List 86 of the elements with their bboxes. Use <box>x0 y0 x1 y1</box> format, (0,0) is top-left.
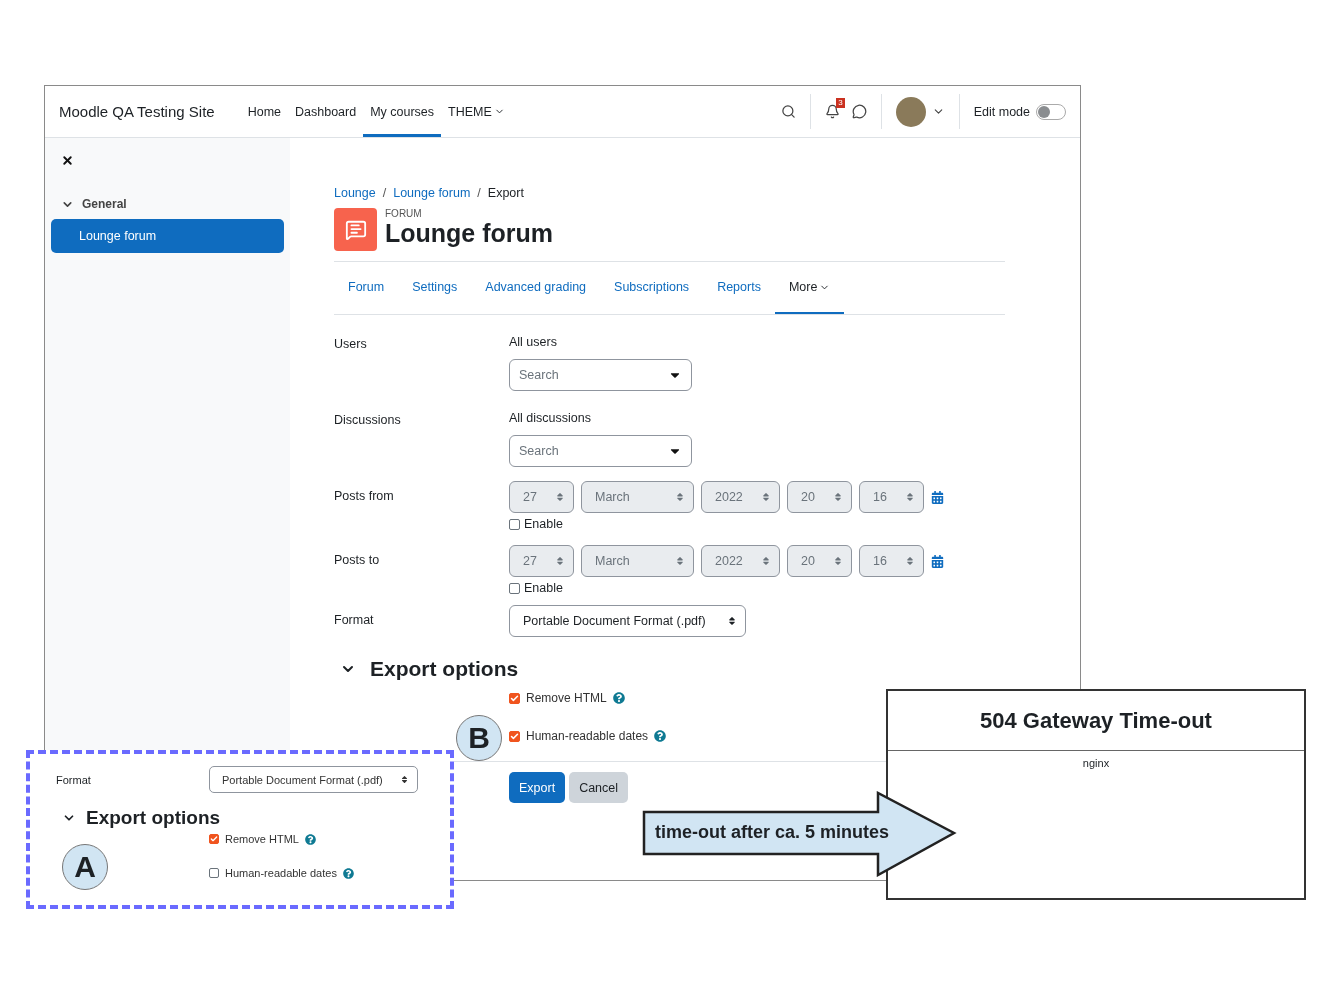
help-icon[interactable] <box>612 692 625 704</box>
tab[interactable]: Advanced grading <box>471 262 601 314</box>
sort-icon <box>727 616 737 626</box>
nav-link[interactable]: My courses <box>363 86 442 137</box>
edit-mode-label: Edit mode <box>973 104 1030 119</box>
arrow-label: time-out after ca. 5 minutes <box>655 822 890 843</box>
date-select[interactable]: 2022 <box>701 481 780 513</box>
date-select[interactable]: 2022 <box>701 545 780 577</box>
field-label: Format <box>56 773 92 786</box>
format-select[interactable]: Portable Document Format (.pdf) <box>509 605 746 637</box>
close-icon[interactable] <box>61 154 74 167</box>
avatar[interactable] <box>895 96 926 127</box>
sort-icon <box>833 556 843 566</box>
checkbox[interactable] <box>509 730 520 742</box>
chat-icon[interactable] <box>851 104 867 119</box>
forum-icon <box>334 208 377 251</box>
sort-icon <box>555 492 565 502</box>
tab[interactable]: Reports <box>703 262 775 314</box>
checkbox-label: Enable <box>524 517 563 531</box>
sort-icon <box>761 492 771 502</box>
sidebar-item[interactable]: Lounge forum <box>51 219 284 253</box>
page-title: Lounge forum <box>385 219 554 248</box>
sort-icon <box>675 556 685 566</box>
section-title[interactable]: General <box>82 197 127 211</box>
site-name[interactable]: Moodle QA Testing Site <box>59 103 215 120</box>
checkbox[interactable] <box>509 582 520 594</box>
help-icon <box>304 833 316 845</box>
date-select[interactable]: 20 <box>787 481 852 513</box>
nav-link[interactable]: Home <box>240 86 288 137</box>
tab[interactable]: More <box>774 262 845 314</box>
field-label: Posts from <box>334 488 395 505</box>
search-select[interactable]: Search <box>509 359 692 391</box>
tab[interactable]: Forum <box>334 262 399 314</box>
checkbox-label: Enable <box>524 581 563 595</box>
breadcrumb-link[interactable]: Lounge forum <box>393 186 471 200</box>
field-label: Format <box>334 612 375 629</box>
field-label: Discussions <box>334 412 402 429</box>
date-select[interactable]: 16 <box>859 481 924 513</box>
checkbox-label: Remove HTML <box>225 833 299 845</box>
notification-count: 3 <box>836 98 845 108</box>
marker-circle: A <box>62 844 108 890</box>
calendar-icon[interactable] <box>931 490 944 504</box>
checkbox-label: Human-readable dates <box>225 867 337 879</box>
help-icon[interactable] <box>654 730 667 742</box>
checkbox[interactable] <box>509 518 520 530</box>
checkbox[interactable] <box>509 692 520 704</box>
date-select[interactable]: March <box>581 481 694 513</box>
date-select[interactable]: March <box>581 545 694 577</box>
checkbox-label: Remove HTML <box>526 691 607 705</box>
date-select[interactable]: 16 <box>859 545 924 577</box>
edit-mode-toggle[interactable] <box>1036 103 1066 120</box>
sort-icon <box>761 556 771 566</box>
sort-icon <box>905 556 915 566</box>
sort-icon <box>400 775 409 784</box>
field-label: Posts to <box>334 552 381 569</box>
server-name: nginx <box>1081 757 1111 769</box>
section-title: Export options <box>86 807 221 829</box>
breadcrumb-link[interactable]: Lounge <box>334 186 376 200</box>
breadcrumb-separator: / <box>477 186 481 200</box>
nav-link[interactable]: THEME <box>441 86 512 137</box>
field-value: All discussions <box>509 410 592 425</box>
breadcrumb-separator: / <box>382 186 387 200</box>
date-select[interactable]: 20 <box>787 545 852 577</box>
field-label: Users <box>334 336 368 353</box>
search-select[interactable]: Search <box>509 435 692 467</box>
error-title: 504 Gateway Time-out <box>888 691 1304 751</box>
sort-icon <box>555 556 565 566</box>
cancel-button[interactable]: Cancel <box>569 772 629 803</box>
checkbox-label: Human-readable dates <box>526 729 649 743</box>
date-select[interactable]: 27 <box>509 545 574 577</box>
calendar-icon[interactable] <box>931 554 944 568</box>
bell-icon[interactable] <box>824 104 840 119</box>
sort-icon <box>675 492 685 502</box>
search-icon[interactable] <box>780 104 796 119</box>
sort-icon <box>905 492 915 502</box>
tab[interactable]: Subscriptions <box>600 262 704 314</box>
section-title: Export options <box>370 657 519 681</box>
sort-icon <box>833 492 843 502</box>
export-button[interactable]: Export <box>509 772 566 803</box>
breadcrumb-current: Export <box>487 186 524 200</box>
help-icon <box>342 867 354 879</box>
nav-link[interactable]: Dashboard <box>288 86 364 137</box>
activity-type: FORUM <box>385 208 423 219</box>
date-select[interactable]: 27 <box>509 481 574 513</box>
field-value: All users <box>509 334 558 349</box>
tab[interactable]: Settings <box>398 262 472 314</box>
